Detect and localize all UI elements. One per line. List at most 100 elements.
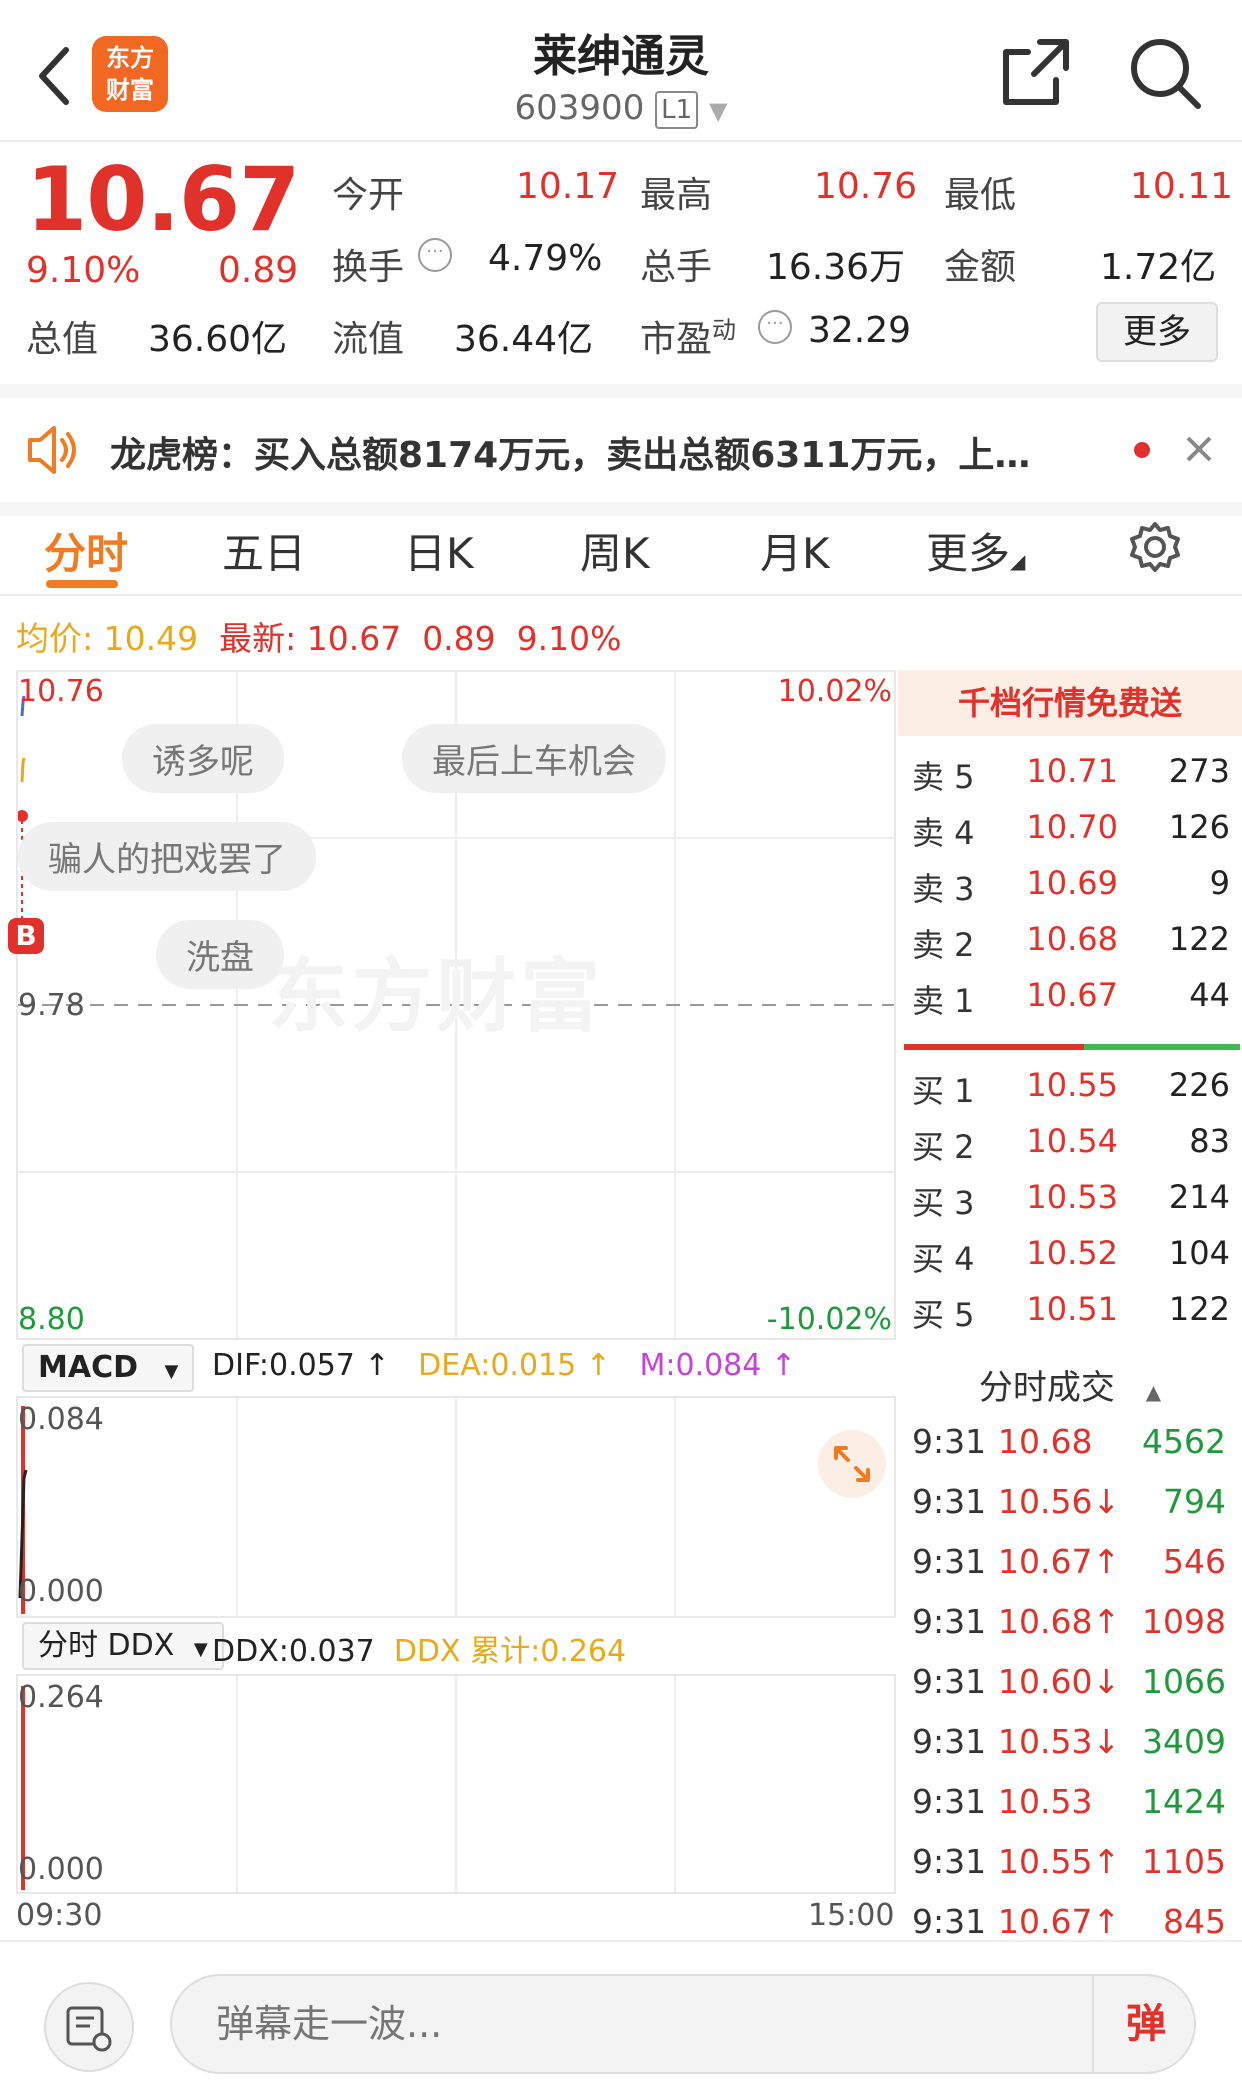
danmu-bubble[interactable]: 最后上车机会 xyxy=(402,724,666,793)
level-badge: L1 xyxy=(655,90,699,129)
mktcap-value: 36.60亿 xyxy=(148,319,288,360)
pct-axis-top-label: 10.02% xyxy=(777,674,892,709)
buy-level-label: 买 4 xyxy=(912,1240,975,1278)
ddx-header: 分时 DDX ▼ DDX:0.037 DDX 累计:0.264 xyxy=(16,1618,896,1674)
macd-panel[interactable]: 0.084 0.000 xyxy=(16,1396,896,1618)
sell-level-label: 卖 2 xyxy=(912,926,975,964)
active-tab-indicator xyxy=(46,580,118,588)
buy-price: 10.54 xyxy=(1026,1122,1118,1160)
buy-row-3: 买 3 10.53 214 xyxy=(898,1178,1238,1234)
close-icon[interactable] xyxy=(1184,434,1214,464)
trade-volume: 794 xyxy=(1163,1482,1226,1521)
tab-five-day[interactable]: 五日 xyxy=(222,520,306,581)
tab-weekly-k[interactable]: 周K xyxy=(580,520,650,581)
volume-value: 16.36万 xyxy=(766,247,906,288)
ddx-values: DDX:0.037 DDX 累计:0.264 xyxy=(212,1626,626,1670)
trade-row: 9:31 10.53↓ 3409 xyxy=(898,1722,1238,1780)
high-label: 最高 xyxy=(640,175,713,216)
tab-daily-k[interactable]: 日K xyxy=(404,520,474,581)
sell-level-label: 卖 3 xyxy=(912,870,975,908)
sell-level-label: 卖 5 xyxy=(912,758,975,796)
buy-marker-badge[interactable]: B xyxy=(8,918,44,954)
danmu-bubble[interactable]: 洗盘 xyxy=(156,920,284,989)
danmu-settings-icon xyxy=(66,2006,112,2052)
trade-row: 9:31 10.56↓ 794 xyxy=(898,1482,1238,1540)
tab-monthly-k[interactable]: 月K xyxy=(760,520,830,581)
share-icon[interactable] xyxy=(1000,36,1072,108)
ddx-y-bottom: 0.000 xyxy=(18,1852,104,1887)
trade-time: 9:31 xyxy=(912,1842,987,1881)
order-book-promo[interactable]: 千档行情免费送 xyxy=(898,670,1242,736)
buy-row-2: 买 2 10.54 83 xyxy=(898,1122,1238,1178)
buy-price: 10.53 xyxy=(1026,1178,1118,1216)
pe-superscript: 动 xyxy=(712,316,737,344)
trade-time: 9:31 xyxy=(912,1482,987,1521)
buy-price: 10.51 xyxy=(1026,1290,1118,1328)
search-icon[interactable] xyxy=(1128,36,1204,112)
trade-volume: 3409 xyxy=(1142,1722,1226,1761)
buy-level-label: 买 1 xyxy=(912,1072,975,1110)
amount-label: 金额 xyxy=(944,247,1017,288)
more-button[interactable]: 更多 xyxy=(1096,302,1218,362)
trade-row: 9:31 10.68 4562 xyxy=(898,1422,1238,1480)
open-label: 今开 xyxy=(332,175,405,216)
dropdown-triangle-icon[interactable]: ▼ xyxy=(709,97,727,125)
macd-selector-label: MACD xyxy=(38,1350,138,1385)
danmu-settings-button[interactable] xyxy=(44,1982,134,2072)
macd-y-top: 0.084 xyxy=(18,1402,104,1437)
sell-level-label: 卖 1 xyxy=(912,982,975,1020)
trade-price: 10.60↓ xyxy=(998,1662,1121,1701)
speaker-icon xyxy=(28,426,76,474)
buy-level-label: 买 3 xyxy=(912,1184,975,1222)
corner-triangle-icon: ◢ xyxy=(1010,549,1026,573)
buy-volume: 83 xyxy=(1189,1122,1230,1160)
ddx-selector[interactable]: 分时 DDX ▼ xyxy=(22,1622,224,1670)
pe-value: 32.29 xyxy=(808,310,912,351)
buy-volume: 122 xyxy=(1168,1290,1230,1328)
change-percent: 9.10% xyxy=(26,250,141,291)
sell-row-2: 卖 2 10.68 122 xyxy=(898,920,1238,976)
sell-price: 10.70 xyxy=(1026,808,1118,846)
stock-code: 603900 xyxy=(514,88,645,128)
collapse-triangle-icon: ▲ xyxy=(1145,1380,1162,1404)
buy-volume: 226 xyxy=(1168,1066,1230,1104)
trade-row: 9:31 10.68↑ 1098 xyxy=(898,1602,1238,1660)
trades-header[interactable]: 分时成交 ▲ xyxy=(898,1360,1242,1409)
danmu-input[interactable] xyxy=(170,1974,1196,2074)
info-icon[interactable]: ··· xyxy=(418,238,452,272)
sell-row-5: 卖 5 10.71 273 xyxy=(898,752,1238,808)
tab-more[interactable]: 更多◢ xyxy=(926,520,1025,581)
mktcap-label: 总值 xyxy=(26,319,99,360)
danmu-bubble[interactable]: 骗人的把戏罢了 xyxy=(18,822,316,891)
tab-intraday[interactable]: 分时 xyxy=(44,520,128,581)
trade-price: 10.68↑ xyxy=(998,1602,1121,1641)
intraday-chart[interactable]: 东方财富 10.76 10.02% 9.78 8.80 -10.02% B 诱多… xyxy=(8,670,896,1340)
sell-volume: 9 xyxy=(1209,864,1230,902)
buy-volume: 214 xyxy=(1168,1178,1230,1216)
notice-text: 龙虎榜：买入总额8174万元，卖出总额6311万元，上… xyxy=(110,435,1031,476)
buy-row-1: 买 1 10.55 226 xyxy=(898,1066,1238,1122)
notice-bar[interactable]: 龙虎榜：买入总额8174万元，卖出总额6311万元，上… xyxy=(0,384,1242,516)
settings-gear-icon[interactable] xyxy=(1128,520,1182,574)
pct-axis-bottom-label: -10.02% xyxy=(766,1302,892,1337)
macd-dif: DIF:0.057 ↑ xyxy=(212,1348,390,1383)
info-icon[interactable]: ··· xyxy=(758,310,792,344)
macd-dea: DEA:0.015 ↑ xyxy=(418,1348,611,1383)
volume-label: 总手 xyxy=(640,247,713,288)
macd-m: M:0.084 ↑ xyxy=(639,1348,797,1383)
low-value: 10.11 xyxy=(1130,166,1234,207)
trade-time: 9:31 xyxy=(912,1782,987,1821)
expand-icon xyxy=(834,1446,870,1482)
turnover-label: 换手 xyxy=(332,247,405,288)
trade-volume: 1105 xyxy=(1142,1842,1226,1881)
x-axis-start-label: 09:30 xyxy=(16,1898,103,1933)
macd-selector[interactable]: MACD ▼ xyxy=(22,1344,195,1392)
ddx-panel[interactable]: 0.264 0.000 xyxy=(16,1674,896,1894)
danmu-bubble[interactable]: 诱多呢 xyxy=(122,724,284,793)
watermark: 东方财富 xyxy=(268,950,604,1043)
trade-volume: 1098 xyxy=(1142,1602,1226,1641)
ddx-grid xyxy=(21,1676,676,1892)
y-axis-bottom-label: 8.80 xyxy=(18,1302,85,1337)
send-danmu-button[interactable]: 弹 xyxy=(1092,1974,1198,2074)
expand-button[interactable] xyxy=(818,1430,886,1498)
